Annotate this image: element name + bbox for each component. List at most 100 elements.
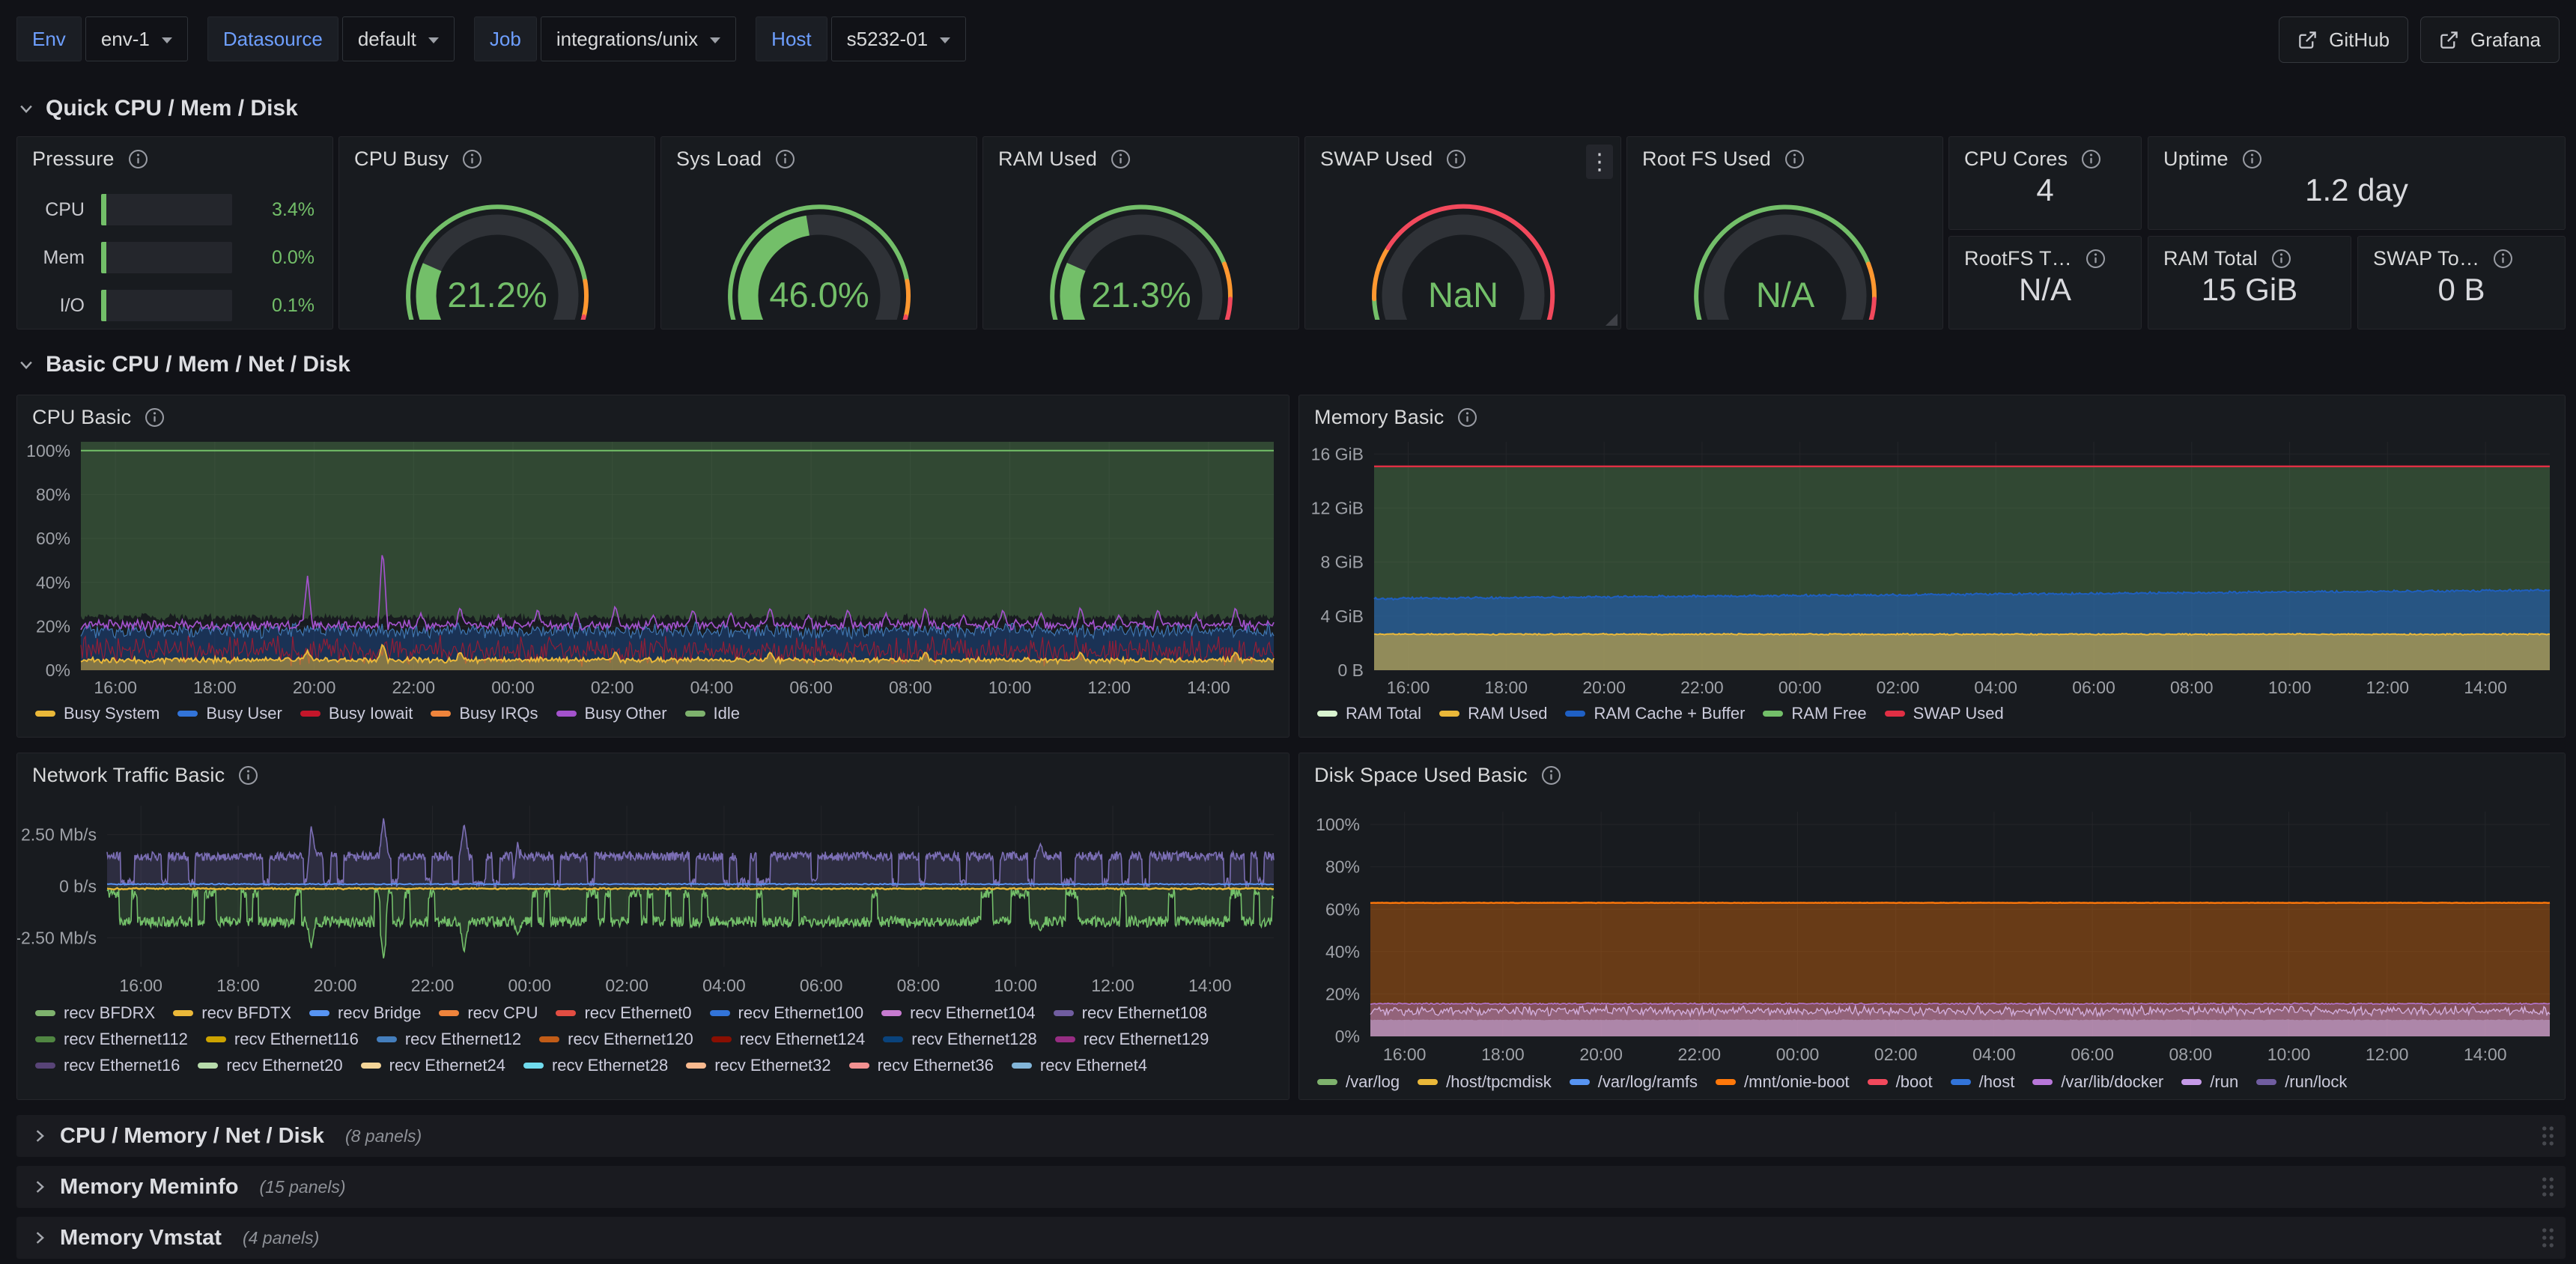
svg-text:NaN: NaN: [1427, 275, 1498, 315]
info-icon[interactable]: [2242, 149, 2262, 169]
section-quick-cpu-mem-disk[interactable]: Quick CPU / Mem / Disk: [18, 96, 298, 121]
legend-item[interactable]: recv Ethernet24: [361, 1056, 505, 1075]
legend-item[interactable]: /var/log: [1317, 1072, 1400, 1092]
legend-item[interactable]: recv Ethernet120: [539, 1030, 693, 1049]
legend-item[interactable]: recv BFDRX: [35, 1003, 155, 1023]
legend-item[interactable]: recv Ethernet129: [1055, 1030, 1209, 1049]
legend-item[interactable]: recv Ethernet104: [881, 1003, 1036, 1023]
info-icon[interactable]: [145, 407, 165, 428]
legend-item[interactable]: /var/lib/docker: [2032, 1072, 2163, 1092]
github-link-button[interactable]: GitHub: [2279, 16, 2408, 63]
legend-item[interactable]: RAM Total: [1317, 704, 1421, 723]
legend-item[interactable]: recv Ethernet124: [711, 1030, 866, 1049]
legend-item[interactable]: recv Ethernet12: [377, 1030, 521, 1049]
legend-item[interactable]: recv Ethernet16: [35, 1056, 180, 1075]
svg-text:N/A: N/A: [1755, 275, 1814, 315]
info-icon[interactable]: [1446, 149, 1466, 169]
legend-item[interactable]: recv Ethernet28: [523, 1056, 668, 1075]
legend-label: recv BFDRX: [64, 1003, 155, 1023]
panel-cpu-busy: CPU Busy 21.2%: [338, 136, 655, 329]
legend-item[interactable]: recv CPU: [439, 1003, 538, 1023]
svg-text:10:00: 10:00: [2267, 1045, 2311, 1064]
svg-text:20:00: 20:00: [1582, 678, 1626, 697]
legend-item[interactable]: recv Ethernet108: [1054, 1003, 1208, 1023]
cpu-busy-gauge: 21.2%: [374, 177, 621, 320]
row-panel-count: (4 panels): [243, 1228, 319, 1248]
info-icon[interactable]: [1457, 407, 1477, 428]
svg-text:60%: 60%: [1325, 899, 1360, 919]
variable-value-dropdown[interactable]: env-1: [85, 16, 188, 61]
row-title: Memory Vmstat: [60, 1226, 222, 1251]
info-icon[interactable]: [2081, 149, 2101, 169]
cpu-basic-legend: Busy System Busy User Busy Iowait Busy IRQs…: [35, 704, 1280, 723]
row-cpu-memory-net-disk[interactable]: CPU / Memory / Net / Disk (8 panels): [16, 1115, 2566, 1157]
panel-title: CPU Busy: [354, 148, 449, 171]
info-icon[interactable]: [775, 149, 795, 169]
legend-item[interactable]: recv Bridge: [309, 1003, 421, 1023]
legend-swatch: [361, 1063, 381, 1069]
legend-item[interactable]: /host/tpcmdisk: [1418, 1072, 1552, 1092]
legend-item[interactable]: RAM Used: [1439, 704, 1547, 723]
variable-label: Job: [474, 16, 537, 61]
info-icon[interactable]: [238, 765, 258, 786]
legend-item[interactable]: Busy IRQs: [431, 704, 538, 723]
info-icon[interactable]: [1541, 765, 1561, 786]
legend-item[interactable]: Busy System: [35, 704, 160, 723]
legend-item[interactable]: recv Ethernet116: [206, 1030, 359, 1049]
drag-handle-icon[interactable]: [2541, 1125, 2555, 1148]
resize-handle[interactable]: [1606, 314, 1617, 326]
svg-text:10:00: 10:00: [988, 678, 1032, 697]
svg-text:0 B: 0 B: [1337, 660, 1364, 680]
legend-swatch: [35, 1010, 55, 1016]
svg-text:20:00: 20:00: [1579, 1045, 1623, 1064]
variable-value-dropdown[interactable]: default: [342, 16, 455, 61]
legend-item[interactable]: RAM Free: [1763, 704, 1866, 723]
legend-item[interactable]: /host: [1951, 1072, 2015, 1092]
legend-item[interactable]: /run/lock: [2256, 1072, 2347, 1092]
info-icon[interactable]: [2493, 249, 2513, 269]
svg-text:08:00: 08:00: [889, 678, 932, 697]
legend-item[interactable]: /run: [2181, 1072, 2238, 1092]
legend-item[interactable]: recv Ethernet128: [883, 1030, 1037, 1049]
pressure-bar: [101, 290, 232, 321]
info-icon[interactable]: [1784, 149, 1805, 169]
legend-item[interactable]: /mnt/onie-boot: [1716, 1072, 1850, 1092]
panel-menu-icon[interactable]: ⋮: [1586, 145, 1613, 179]
info-icon[interactable]: [128, 149, 148, 169]
legend-item[interactable]: /boot: [1868, 1072, 1933, 1092]
stat-value: 4: [1949, 172, 2141, 208]
legend-item[interactable]: Idle: [685, 704, 740, 723]
svg-text:100%: 100%: [1316, 815, 1360, 834]
panel-title: Network Traffic Basic: [32, 764, 225, 787]
legend-item[interactable]: Busy User: [177, 704, 282, 723]
info-icon[interactable]: [2086, 249, 2106, 269]
legend-item[interactable]: recv Ethernet4: [1012, 1056, 1147, 1075]
drag-handle-icon[interactable]: [2541, 1176, 2555, 1199]
legend-item[interactable]: recv BFDTX: [173, 1003, 291, 1023]
variable-value-dropdown[interactable]: integrations/unix: [541, 16, 736, 61]
legend-label: recv Ethernet112: [64, 1030, 188, 1049]
legend-item[interactable]: Busy Other: [556, 704, 667, 723]
info-icon[interactable]: [1111, 149, 1131, 169]
row-memory-meminfo[interactable]: Memory Meminfo (15 panels): [16, 1166, 2566, 1208]
legend-label: recv Ethernet108: [1082, 1003, 1208, 1023]
legend-item[interactable]: /var/log/ramfs: [1570, 1072, 1698, 1092]
legend-item[interactable]: SWAP Used: [1885, 704, 2004, 723]
legend-item[interactable]: recv Ethernet112: [35, 1030, 188, 1049]
legend-item[interactable]: recv Ethernet100: [710, 1003, 864, 1023]
legend-item[interactable]: recv Ethernet20: [198, 1056, 342, 1075]
legend-item[interactable]: recv Ethernet36: [849, 1056, 994, 1075]
legend-item[interactable]: Busy Iowait: [300, 704, 413, 723]
info-icon[interactable]: [2271, 249, 2291, 269]
grafana-link-button[interactable]: Grafana: [2420, 16, 2560, 63]
variable-job: Jobintegrations/unix: [474, 16, 736, 61]
section-basic-cpu-mem-net-disk[interactable]: Basic CPU / Mem / Net / Disk: [18, 352, 350, 377]
legend-item[interactable]: RAM Cache + Buffer: [1565, 704, 1745, 723]
variable-value-dropdown[interactable]: s5232-01: [831, 16, 966, 61]
info-icon[interactable]: [462, 149, 482, 169]
row-memory-vmstat[interactable]: Memory Vmstat (4 panels): [16, 1217, 2566, 1259]
variable-label: Env: [16, 16, 82, 61]
legend-item[interactable]: recv Ethernet0: [556, 1003, 691, 1023]
legend-item[interactable]: recv Ethernet32: [686, 1056, 830, 1075]
drag-handle-icon[interactable]: [2541, 1227, 2555, 1250]
